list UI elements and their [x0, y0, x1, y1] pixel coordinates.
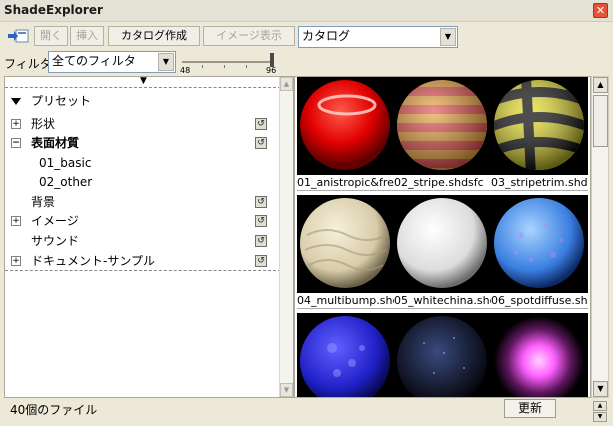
tree-item-document-samples[interactable]: + ドキュメント-サンプル ↺: [5, 252, 281, 270]
thumbnail-item[interactable]: 06_spotdiffuse.shdsfc: [491, 195, 588, 313]
tree-item-label: イメージ: [31, 214, 79, 228]
slider-tick: [202, 65, 203, 68]
chevron-down-icon: ▼: [158, 53, 174, 71]
shade-explorer-window: ShadeExplorer ✕ 開く 挿入 カタログ作成 イメージ表示 カタログ…: [0, 0, 613, 426]
refresh-icon[interactable]: ↺: [255, 235, 267, 247]
plus-icon[interactable]: +: [11, 216, 21, 226]
scroll-up-icon[interactable]: ▲: [280, 77, 293, 91]
slider-tick: [246, 65, 247, 68]
striped-sphere-icon: [394, 77, 491, 175]
thumbnail-item[interactable]: 02_stripe.shdsfc: [394, 77, 491, 195]
send-to-icon[interactable]: [6, 27, 30, 45]
chevron-down-icon: ▼: [440, 28, 456, 46]
tree-item-surface-material[interactable]: − 表面材質 ↺: [5, 134, 281, 152]
tree-item-label: 形状: [31, 117, 56, 131]
scroll-down-icon[interactable]: ▼: [593, 381, 608, 397]
tree-item-01-basic[interactable]: 01_basic: [5, 154, 281, 172]
thumbnail-caption: 03_stripetrim.shdsfc: [491, 175, 588, 191]
filter-select-value: 全てのフィルタ: [52, 54, 136, 68]
page-up-icon[interactable]: ▲: [593, 401, 607, 411]
scroll-up-icon[interactable]: ▲: [593, 77, 608, 93]
tree-scrollbar[interactable]: ▲ ▼: [279, 77, 293, 397]
thumbnail-caption: 01_anistropic&fresnel.shdsfc: [297, 175, 394, 191]
tree-item-label: プリセット: [31, 94, 92, 108]
plus-icon[interactable]: +: [11, 256, 21, 266]
tree-item-label: 背景: [31, 195, 56, 209]
thumbnail-item[interactable]: [491, 313, 588, 397]
red-glossy-sphere-icon: [297, 77, 394, 175]
blue-spotted-sphere-icon: [491, 195, 588, 293]
thumbnail-caption: 05_whitechina.shdsfc: [394, 293, 491, 309]
window-title: ShadeExplorer: [4, 3, 103, 17]
thumbnail-caption: 02_stripe.shdsfc: [394, 175, 491, 191]
open-button[interactable]: 開く: [34, 26, 68, 46]
slider-thumb[interactable]: [270, 53, 274, 67]
thumbnail-item[interactable]: 05_whitechina.shdsfc: [394, 195, 491, 313]
yellow-trim-sphere-icon: [491, 77, 588, 175]
thumbnail-item[interactable]: 03_stripetrim.shdsfc: [491, 77, 588, 195]
thumbnail-item[interactable]: [297, 313, 394, 397]
slider-max-label: 96: [266, 66, 277, 75]
slider-track: [182, 61, 274, 63]
tree-item-image[interactable]: + イメージ ↺: [5, 212, 281, 230]
thumbnail-grid: 01_anistropic&fresnel.shdsfc: [294, 76, 591, 398]
title-bar: ShadeExplorer ✕: [0, 0, 613, 22]
category-tree: プリセット + 形状 ↺ − 表面材質 ↺ 01_basic 02_other …: [5, 87, 281, 271]
page-down-icon[interactable]: ▼: [593, 412, 607, 422]
plus-icon[interactable]: +: [11, 119, 21, 129]
minus-icon[interactable]: −: [11, 138, 21, 148]
refresh-icon[interactable]: ↺: [255, 215, 267, 227]
view-select-value: カタログ: [302, 29, 351, 43]
tree-item-label: ドキュメント-サンプル: [31, 254, 155, 268]
view-select[interactable]: カタログ ▼: [298, 26, 458, 48]
slider-tick: [224, 65, 225, 68]
slider-min-label: 48: [180, 66, 191, 75]
thumbnail-item[interactable]: [394, 313, 491, 397]
tree-item-label: 02_other: [39, 175, 93, 189]
blue-lumpy-sphere-icon: [297, 313, 394, 397]
triangle-down-icon[interactable]: ▼: [140, 76, 147, 86]
scroll-down-icon[interactable]: ▼: [280, 383, 293, 397]
tree-item-label: 01_basic: [39, 156, 92, 170]
toolbar: 開く 挿入 カタログ作成 イメージ表示 カタログ ▼: [0, 24, 613, 48]
category-tree-pane: ▼ プリセット + 形状 ↺ − 表面材質 ↺ 01_basic 02_othe…: [4, 76, 294, 398]
filter-select[interactable]: 全てのフィルタ ▼: [48, 51, 176, 73]
pink-glow-sphere-icon: [491, 313, 588, 397]
scroll-thumb[interactable]: [593, 95, 608, 147]
tree-root-presets[interactable]: プリセット: [5, 92, 281, 110]
close-button[interactable]: ✕: [593, 3, 608, 18]
thumbnail-item[interactable]: 01_anistropic&fresnel.shdsfc: [297, 77, 394, 195]
tree-item-02-other[interactable]: 02_other: [5, 173, 281, 191]
refresh-icon[interactable]: ↺: [255, 255, 267, 267]
status-bar: 40個のファイル 更新 ▲ ▼: [0, 398, 613, 426]
filter-label: フィルタ: [4, 57, 52, 71]
thumbnail-caption: 06_spotdiffuse.shdsfc: [491, 293, 588, 309]
dark-sparkle-sphere-icon: [394, 313, 491, 397]
show-image-button[interactable]: イメージ表示: [203, 26, 295, 46]
tree-item-label: 表面材質: [31, 136, 80, 150]
insert-button[interactable]: 挿入: [70, 26, 104, 46]
create-catalog-button[interactable]: カタログ作成: [108, 26, 200, 46]
file-count-text: 40個のファイル: [10, 403, 98, 417]
thumbnail-caption: 04_multibump.shdsfc: [297, 293, 394, 309]
refresh-icon[interactable]: ↺: [255, 137, 267, 149]
filter-row: フィルタ 全てのフィルタ ▼ 48 96: [0, 50, 613, 76]
cream-bumpy-sphere-icon: [297, 195, 394, 293]
tree-item-sound[interactable]: サウンド ↺: [5, 232, 281, 250]
tree-item-label: サウンド: [31, 234, 80, 248]
refresh-icon[interactable]: ↺: [255, 196, 267, 208]
white-china-sphere-icon: [394, 195, 491, 293]
triangle-down-icon[interactable]: [11, 98, 21, 105]
update-button[interactable]: 更新: [504, 399, 556, 418]
refresh-icon[interactable]: ↺: [255, 118, 267, 130]
thumbnail-scrollbar[interactable]: ▲ ▼: [591, 76, 609, 398]
thumbnail-item[interactable]: 04_multibump.shdsfc: [297, 195, 394, 313]
tree-item-shape[interactable]: + 形状 ↺: [5, 115, 281, 133]
tree-item-background[interactable]: 背景 ↺: [5, 193, 281, 211]
thumbnail-size-slider[interactable]: 48 96: [180, 52, 280, 76]
